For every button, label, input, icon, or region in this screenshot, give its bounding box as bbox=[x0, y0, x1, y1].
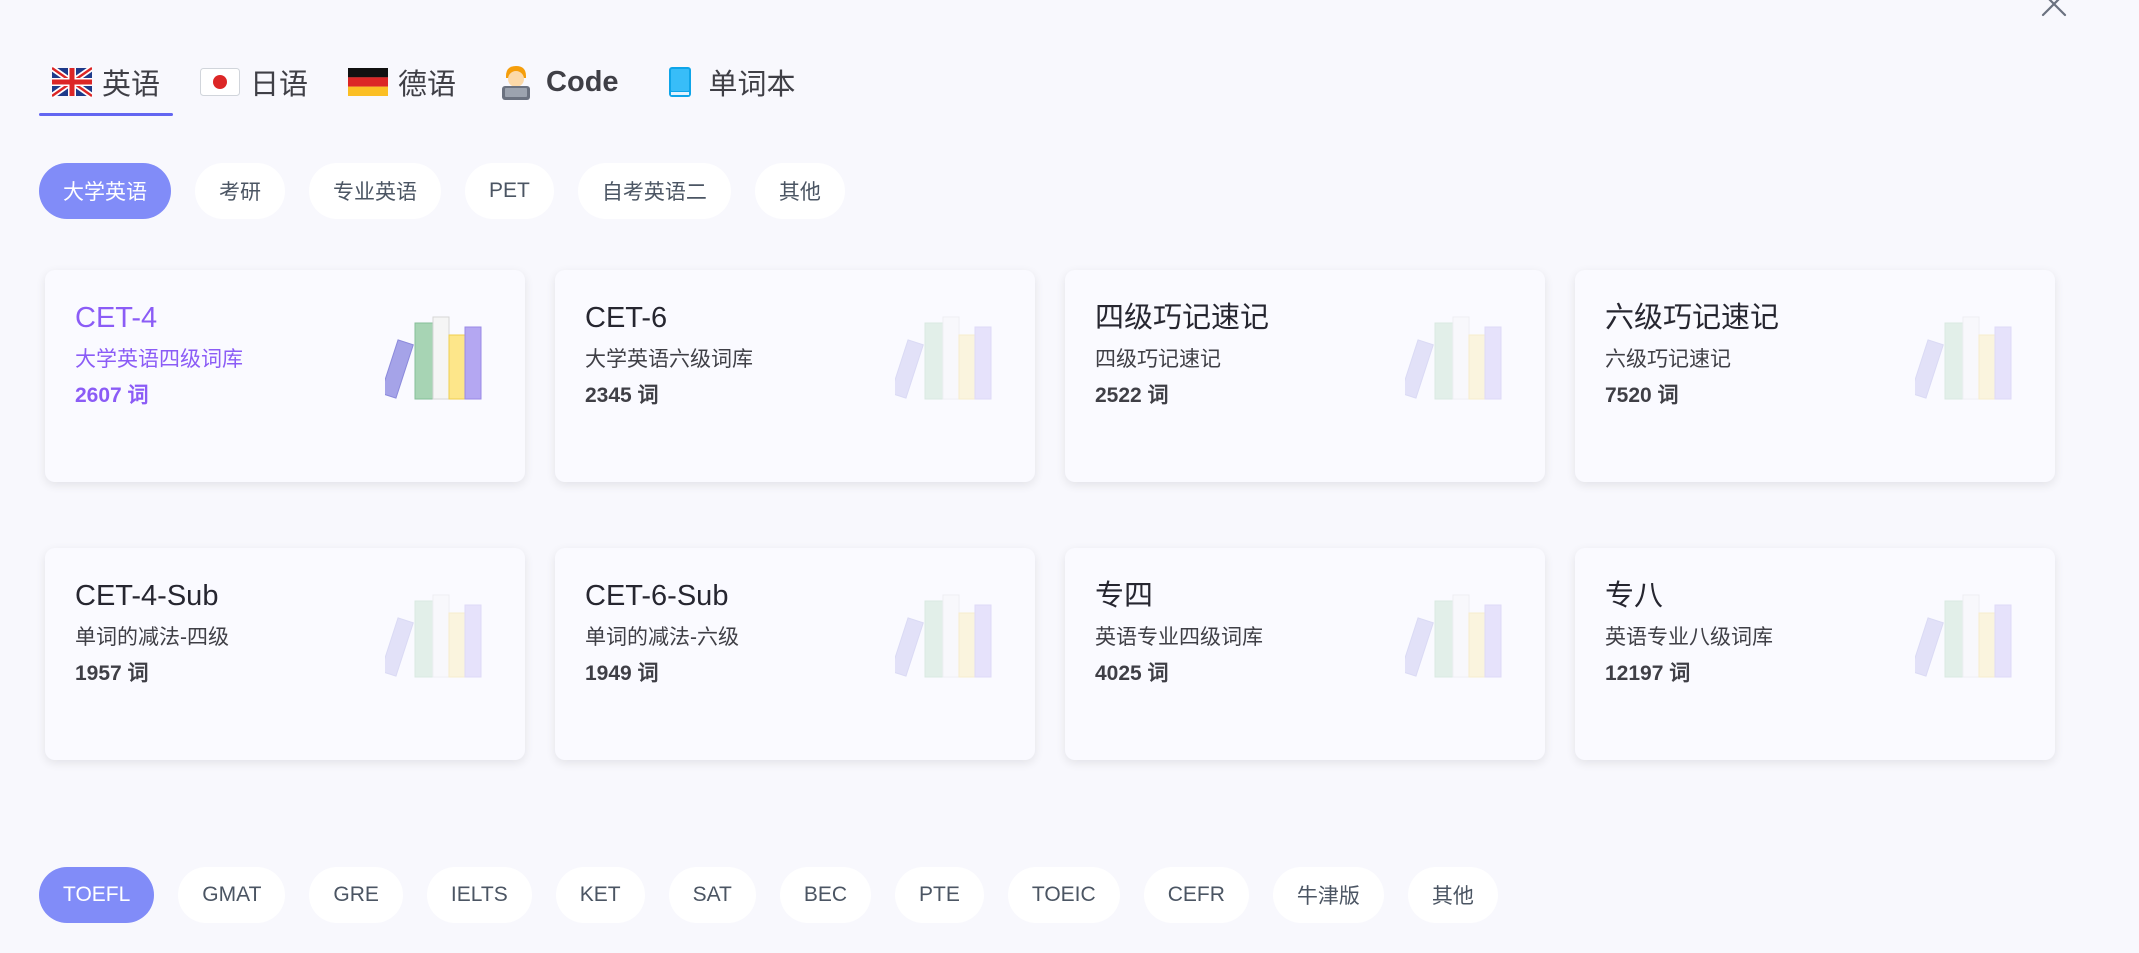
dictionary-card[interactable]: CET-4-Sub 单词的减法-四级 1957 词 bbox=[45, 548, 525, 760]
pill-college-english[interactable]: 大学英语 bbox=[39, 163, 171, 219]
pill-gmat[interactable]: GMAT bbox=[178, 867, 286, 923]
close-button[interactable] bbox=[2036, 0, 2072, 22]
books-icon bbox=[895, 594, 992, 678]
pill-sat[interactable]: SAT bbox=[668, 867, 756, 923]
pill-pte[interactable]: PTE bbox=[895, 867, 984, 923]
dictionary-picker: 英语 日语 德语 Code 单词本 大学英语 考研 专业英语 PET 自考英语二… bbox=[0, 0, 2139, 953]
pill-gre[interactable]: GRE bbox=[309, 867, 403, 923]
books-icon bbox=[1405, 594, 1502, 678]
tab-label: 德语 bbox=[398, 69, 457, 101]
close-icon bbox=[2041, 0, 2067, 17]
tab-label: Code bbox=[546, 65, 619, 98]
books-icon bbox=[1915, 594, 2012, 678]
uk-flag-icon bbox=[52, 66, 92, 98]
language-tabs: 英语 日语 德语 Code 单词本 bbox=[39, 56, 823, 116]
pill-ket[interactable]: KET bbox=[555, 867, 645, 923]
dictionary-card[interactable]: 六级巧记速记 六级巧记速记 7520 词 bbox=[1575, 270, 2055, 482]
pill-toeic[interactable]: TOEIC bbox=[1007, 867, 1120, 923]
dictionary-card[interactable]: CET-4 大学英语四级词库 2607 词 bbox=[45, 270, 525, 482]
pill-self-study-english[interactable]: 自考英语二 bbox=[577, 163, 731, 219]
tab-label: 单词本 bbox=[708, 69, 796, 101]
books-icon bbox=[1915, 316, 2012, 400]
books-icon bbox=[1405, 316, 1502, 400]
pill-postgrad[interactable]: 考研 bbox=[195, 163, 285, 219]
germany-flag-icon bbox=[348, 68, 389, 96]
dictionary-card-grid: CET-4 大学英语四级词库 2607 词 CET-6 大学英语六级词库 234… bbox=[45, 270, 2055, 760]
category-pills-secondary: TOEFL GMAT GRE IELTS KET SAT BEC PTE TOE… bbox=[39, 867, 1522, 923]
tab-german[interactable]: 德语 bbox=[335, 56, 469, 108]
tab-label: 英语 bbox=[102, 69, 161, 101]
books-icon bbox=[385, 316, 482, 400]
books-icon bbox=[385, 594, 482, 678]
books-icon bbox=[895, 316, 992, 400]
dictionary-card[interactable]: CET-6-Sub 单词的减法-六级 1949 词 bbox=[555, 548, 1035, 760]
category-pills-primary: 大学英语 考研 专业英语 PET 自考英语二 其他 bbox=[39, 163, 869, 219]
tab-wordbook[interactable]: 单词本 bbox=[646, 56, 809, 108]
dictionary-card[interactable]: 四级巧记速记 四级巧记速记 2522 词 bbox=[1065, 270, 1545, 482]
blue-book-icon bbox=[668, 67, 691, 97]
tab-label: 日语 bbox=[250, 69, 309, 101]
japan-flag-icon bbox=[200, 68, 241, 96]
pill-other-2[interactable]: 其他 bbox=[1407, 867, 1498, 923]
pill-major-english[interactable]: 专业英语 bbox=[309, 163, 441, 219]
dictionary-card[interactable]: 专八 英语专业八级词库 12197 词 bbox=[1575, 548, 2055, 760]
pill-bec[interactable]: BEC bbox=[779, 867, 872, 923]
tab-code[interactable]: Code bbox=[483, 56, 632, 108]
pill-other[interactable]: 其他 bbox=[754, 163, 845, 219]
pill-cefr[interactable]: CEFR bbox=[1143, 867, 1249, 923]
tab-english[interactable]: 英语 bbox=[39, 56, 174, 116]
dictionary-card[interactable]: CET-6 大学英语六级词库 2345 词 bbox=[555, 270, 1035, 482]
pill-ielts[interactable]: IELTS bbox=[426, 867, 532, 923]
pill-oxford[interactable]: 牛津版 bbox=[1272, 867, 1384, 923]
dictionary-card[interactable]: 专四 英语专业四级词库 4025 词 bbox=[1065, 548, 1545, 760]
pill-pet[interactable]: PET bbox=[465, 163, 554, 219]
pill-toefl[interactable]: TOEFL bbox=[39, 867, 155, 923]
coder-icon bbox=[502, 66, 531, 100]
tab-japanese[interactable]: 日语 bbox=[187, 56, 321, 108]
